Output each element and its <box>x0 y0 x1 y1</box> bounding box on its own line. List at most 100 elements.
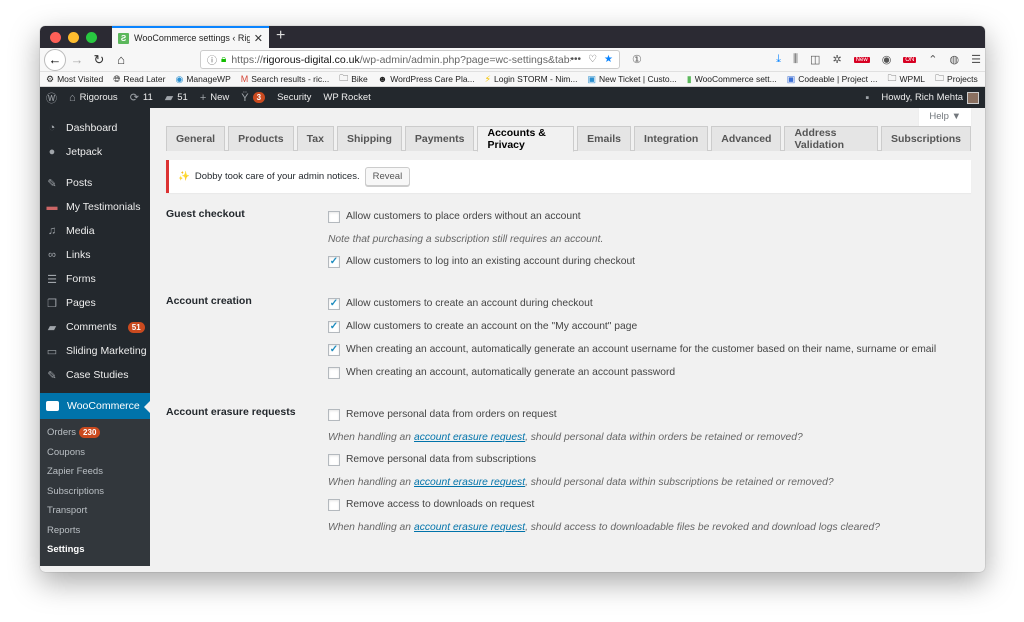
create-account-checkout-option[interactable]: ✓ Allow customers to create an account du… <box>328 292 971 315</box>
guest-orders-checkbox[interactable] <box>328 210 340 223</box>
submenu-item-coupons[interactable]: Coupons <box>40 443 150 463</box>
updates-link[interactable]: ⟳ 11 <box>130 91 153 104</box>
remove-order-data-checkbox[interactable] <box>328 408 340 421</box>
submenu-item-subscriptions[interactable]: Subscriptions <box>40 482 150 502</box>
account-erasure-request-link[interactable]: account erasure request <box>414 522 525 533</box>
bookmark-item[interactable]: M Search results - ric... <box>241 74 329 84</box>
remove-downloads-checkbox[interactable] <box>328 498 340 511</box>
remove-order-data-option[interactable]: Remove personal data from orders on requ… <box>328 403 971 426</box>
tab-advanced[interactable]: Advanced <box>711 126 782 151</box>
generate-password-checkbox[interactable] <box>328 366 340 379</box>
sidebar-icon[interactable]: ◫ <box>810 53 820 66</box>
remove-subscription-data-checkbox[interactable] <box>328 453 340 466</box>
sidebar-item-woocommerce[interactable]: woo WooCommerce <box>40 393 150 419</box>
bookmark-item[interactable]: 🗀 Bike <box>339 72 368 86</box>
new-content-link[interactable]: + New <box>200 92 229 104</box>
tab-accounts-privacy[interactable]: Accounts & Privacy <box>477 126 575 152</box>
submenu-item-orders[interactable]: Orders 230 <box>40 423 150 443</box>
settings-extension-icon[interactable]: ◉ <box>882 53 892 66</box>
account-erasure-request-link[interactable]: account erasure request <box>414 477 525 488</box>
tab-emails[interactable]: Emails <box>577 126 632 151</box>
menu-icon[interactable]: ☰ <box>971 53 981 66</box>
bookmark-item[interactable]: 🗀 WPML <box>888 72 926 86</box>
info-icon[interactable]: ⓘ <box>207 52 217 67</box>
sidebar-item-posts[interactable]: ✎ Posts <box>40 171 150 195</box>
tab-general[interactable]: General <box>166 126 226 151</box>
sidebar-item-dashboard[interactable]: ◔ Dashboard <box>40 116 150 140</box>
bookmark-item[interactable]: ☻ WordPress Care Pla... <box>378 74 475 84</box>
home-button[interactable]: ⌂ <box>110 52 132 67</box>
bookmark-item[interactable]: ▣ Codeable | Project ... <box>787 74 878 85</box>
comments-link[interactable]: ▰ 51 <box>165 91 188 104</box>
account-icon[interactable]: ◍ <box>950 53 960 66</box>
notifications-button[interactable]: ▪ <box>865 92 869 104</box>
generate-username-option[interactable]: ✓ When creating an account, automatically… <box>328 338 971 361</box>
wp-rocket-link[interactable]: WP Rocket <box>323 92 370 103</box>
submenu-item-settings[interactable]: Settings <box>40 540 150 560</box>
remove-subscription-data-option[interactable]: Remove personal data from subscriptions <box>328 448 971 471</box>
pocket-icon[interactable]: ♡ <box>588 54 597 65</box>
new-badge-extension-icon[interactable]: New <box>853 56 870 63</box>
onepassword-icon[interactable]: ① <box>632 53 642 66</box>
create-account-myaccount-checkbox[interactable]: ✓ <box>328 320 340 333</box>
sidebar-item-sliding-marketing[interactable]: ▭ Sliding Marketing <box>40 339 150 363</box>
help-button[interactable]: Help ▼ <box>919 108 971 126</box>
generate-password-option[interactable]: When creating an account, automatically … <box>328 361 971 384</box>
minimize-window-button[interactable] <box>68 32 79 43</box>
bookmark-item[interactable]: 🗀 Projects <box>935 72 978 86</box>
sidebar-item-pages[interactable]: ❐ Pages <box>40 291 150 315</box>
yoast-link[interactable]: Ÿ3 <box>241 92 266 104</box>
sidebar-item-testimonials[interactable]: ▬ My Testimonials <box>40 195 150 219</box>
back-button[interactable]: ← <box>44 48 66 71</box>
tab-payments[interactable]: Payments <box>404 126 475 151</box>
tab-tax[interactable]: Tax <box>296 126 334 151</box>
reload-button[interactable]: ↻ <box>88 52 110 68</box>
tab-integration[interactable]: Integration <box>634 126 709 151</box>
generate-username-checkbox[interactable]: ✓ <box>328 343 340 356</box>
on-badge-extension-icon[interactable]: ON <box>903 56 917 63</box>
tab-subscriptions[interactable]: Subscriptions <box>880 126 971 151</box>
star-icon[interactable]: ★ <box>604 54 613 65</box>
wordpress-logo-button[interactable]: Ⓦ <box>46 90 57 106</box>
sidebar-item-media[interactable]: ♫ Media <box>40 219 150 243</box>
guest-orders-option[interactable]: Allow customers to place orders without … <box>328 205 971 228</box>
close-window-button[interactable] <box>50 32 61 43</box>
bookmark-item[interactable]: 🌐︎ Read Later <box>113 74 165 85</box>
bookmark-item[interactable]: ⚡︎ Login STORM - Nim... <box>485 74 578 85</box>
tab-shipping[interactable]: Shipping <box>336 126 402 151</box>
bookmark-item[interactable]: ⚙ Most Visited <box>46 74 103 85</box>
download-icon[interactable]: ⤓ <box>776 53 781 66</box>
new-tab-button[interactable]: + <box>276 27 285 45</box>
bookmark-item[interactable]: ▮ WooCommerce sett... <box>687 74 777 85</box>
library-icon[interactable]: ⫼ <box>793 53 798 66</box>
account-erasure-request-link[interactable]: account erasure request <box>414 432 525 443</box>
arc-extension-icon[interactable]: ⌃ <box>928 53 937 66</box>
create-account-myaccount-option[interactable]: ✓ Allow customers to create an account on… <box>328 315 971 338</box>
url-bar[interactable]: ⓘ 🔒︎ https://rigorous-digital.co.uk/wp-a… <box>200 50 620 69</box>
browser-tab-active[interactable]: Ƨ WooCommerce settings ‹ Rigor ✕ <box>112 26 269 48</box>
page-actions-icon[interactable]: ••• <box>571 54 582 65</box>
submenu-item-zapier-feeds[interactable]: Zapier Feeds <box>40 462 150 482</box>
sidebar-item-links[interactable]: ∞ Links <box>40 243 150 267</box>
account-menu[interactable]: Howdy, Rich Mehta <box>881 91 979 104</box>
sidebar-item-comments[interactable]: ▰ Comments 51 <box>40 315 150 339</box>
tab-address-validation[interactable]: Address Validation <box>784 126 878 151</box>
reveal-button[interactable]: Reveal <box>364 167 411 186</box>
security-link[interactable]: Security <box>277 92 311 103</box>
login-during-checkout-option[interactable]: ✓ Allow customers to log into an existing… <box>328 250 971 273</box>
bookmark-item[interactable]: ▣ New Ticket | Custo... <box>587 74 676 85</box>
extension-icon[interactable]: ✲ <box>832 53 841 66</box>
maximize-window-button[interactable] <box>86 32 97 43</box>
close-tab-icon[interactable]: ✕ <box>254 32 263 45</box>
sidebar-item-forms[interactable]: ☰ Forms <box>40 267 150 291</box>
site-name-link[interactable]: ⌂ Rigorous <box>69 92 118 104</box>
sidebar-item-case-studies[interactable]: ✎ Case Studies <box>40 363 150 387</box>
submenu-item-reports[interactable]: Reports <box>40 521 150 541</box>
sidebar-item-jetpack[interactable]: ● Jetpack <box>40 140 150 164</box>
login-during-checkout-checkbox[interactable]: ✓ <box>328 255 340 268</box>
forward-button[interactable]: → <box>66 52 88 67</box>
bookmark-item[interactable]: ◉ ManageWP <box>175 74 230 85</box>
tab-products[interactable]: Products <box>228 126 294 151</box>
url-text[interactable]: https://rigorous-digital.co.uk/wp-admin/… <box>231 54 570 66</box>
create-account-checkout-checkbox[interactable]: ✓ <box>328 297 340 310</box>
